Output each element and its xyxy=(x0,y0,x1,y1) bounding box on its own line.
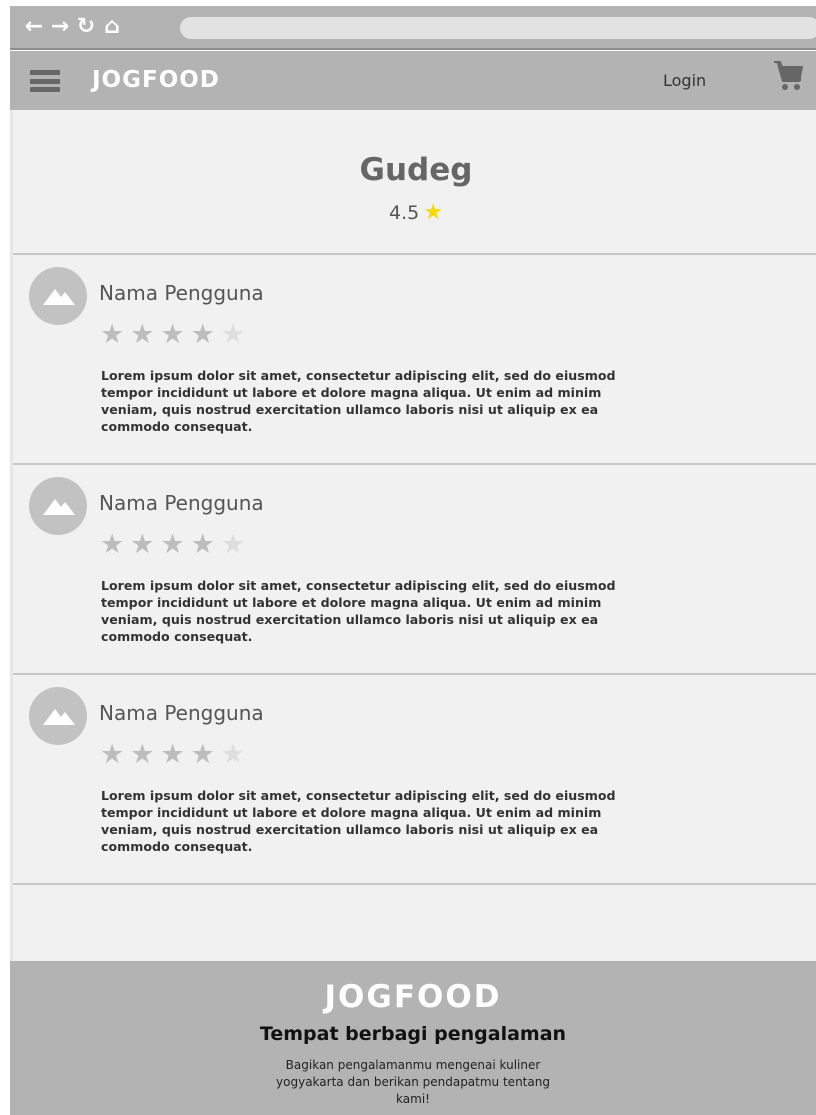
star-rating: ★ ★ ★ ★ ★ xyxy=(100,531,245,558)
logo[interactable]: JOGFOOD xyxy=(92,67,220,93)
star-icon: ★ xyxy=(130,739,155,770)
reviewer-name: Nama Pengguna xyxy=(99,491,264,515)
review-text: Lorem ipsum dolor sit amet, consectetur … xyxy=(101,788,616,854)
star-rating: ★ ★ ★ ★ ★ xyxy=(100,321,245,348)
footer-title: Tempat berbagi pengalaman xyxy=(259,1023,567,1045)
footer-description: Bagikan pengalamanmu mengenai kuliner yo… xyxy=(276,1058,550,1106)
star-icon: ★ xyxy=(220,739,246,770)
reviewer-name: Nama Pengguna xyxy=(99,281,264,305)
footer-logo: JOGFOOD xyxy=(324,979,502,1015)
star-icon: ★ xyxy=(160,739,185,770)
star-icon: ★ xyxy=(423,200,443,225)
home-icon[interactable]: ⌂ xyxy=(102,16,122,38)
review-text: Lorem ipsum dolor sit amet, consectetur … xyxy=(101,578,616,644)
reviewer-name: Nama Pengguna xyxy=(99,701,264,725)
mountain-icon xyxy=(43,499,75,515)
main-content: Gudeg 4.5 ★ Nama Pengguna ★ ★ ★ ★ ★ Lorem ipsum… xyxy=(10,110,816,961)
star-icon: ★ xyxy=(160,529,185,560)
address-bar[interactable] xyxy=(180,17,816,39)
login-link[interactable]: Login xyxy=(663,71,706,90)
star-icon: ★ xyxy=(100,739,125,770)
star-icon: ★ xyxy=(130,319,155,350)
review-text: Lorem ipsum dolor sit amet, consectetur … xyxy=(101,368,616,434)
cart-icon[interactable] xyxy=(772,59,804,93)
star-icon: ★ xyxy=(100,529,125,560)
avatar xyxy=(29,477,87,535)
food-header: Gudeg 4.5 ★ xyxy=(13,110,816,255)
star-rating: ★ ★ ★ ★ ★ xyxy=(100,741,245,768)
reload-icon[interactable]: ↻ xyxy=(76,16,96,38)
review-card: Nama Pengguna ★ ★ ★ ★ ★ Lorem ipsum dolor sit … xyxy=(13,675,816,885)
avatar xyxy=(29,687,87,745)
review-card: Nama Pengguna ★ ★ ★ ★ ★ Lorem ipsum dolor sit … xyxy=(13,465,816,675)
star-icon: ★ xyxy=(190,739,215,770)
forward-icon[interactable]: → xyxy=(50,16,70,38)
back-icon[interactable]: ← xyxy=(24,16,44,38)
star-icon: ★ xyxy=(220,529,246,560)
mountain-icon xyxy=(43,709,75,725)
menu-icon[interactable] xyxy=(30,70,60,92)
food-title: Gudeg xyxy=(359,152,473,188)
star-icon: ★ xyxy=(100,319,125,350)
food-rating: 4.5 ★ xyxy=(13,200,816,225)
browser-toolbar: ← → ↻ ⌂ xyxy=(10,6,816,50)
rating-value: 4.5 xyxy=(389,202,420,224)
star-icon: ★ xyxy=(190,319,215,350)
star-icon: ★ xyxy=(130,529,155,560)
footer: JOGFOOD Tempat berbagi pengalaman Bagika… xyxy=(10,961,816,1115)
star-icon: ★ xyxy=(160,319,185,350)
browser-nav: ← → ↻ ⌂ xyxy=(24,16,122,38)
review-card: Nama Pengguna ★ ★ ★ ★ ★ Lorem ipsum dolor sit … xyxy=(13,255,816,465)
star-icon: ★ xyxy=(190,529,215,560)
app-header: JOGFOOD Login xyxy=(10,51,816,110)
avatar xyxy=(29,267,87,325)
star-icon: ★ xyxy=(220,319,246,350)
mountain-icon xyxy=(43,289,75,305)
